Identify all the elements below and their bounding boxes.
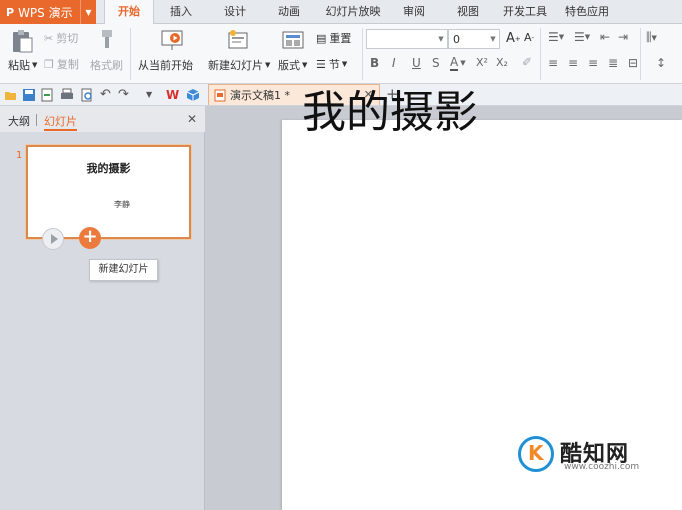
export-icon[interactable] xyxy=(40,88,54,102)
coozhi-logo-icon xyxy=(518,436,554,472)
thumbnail-title: 我的摄影 xyxy=(86,162,131,175)
format-painter-icon[interactable] xyxy=(96,28,116,50)
scissors-icon: ✂ xyxy=(44,31,54,45)
copy-button[interactable]: ❐ 复制 xyxy=(44,56,79,72)
tab-developer[interactable]: 开发工具 xyxy=(498,0,552,24)
cut-button[interactable]: ✂ 剪切 xyxy=(44,30,78,46)
tab-design[interactable]: 设计 xyxy=(214,0,256,24)
clear-format-icon[interactable]: ✐ xyxy=(522,55,532,69)
reset-icon: ▤ xyxy=(316,31,327,45)
play-slide-button[interactable] xyxy=(42,228,64,250)
grow-font-button[interactable]: A + xyxy=(506,31,521,46)
redo-icon[interactable]: ↷ xyxy=(118,88,132,102)
tab-outline[interactable]: 大纲 xyxy=(8,113,30,129)
layout-icon[interactable] xyxy=(282,30,304,50)
print-preview-icon[interactable] xyxy=(80,88,94,102)
tab-special[interactable]: 特色应用 xyxy=(560,0,614,24)
align-left-icon[interactable]: ≡ xyxy=(548,56,558,70)
bullet-list-icon[interactable]: ☰ ▼ xyxy=(548,30,564,44)
wps-w-icon[interactable]: W xyxy=(166,88,180,102)
paste-button[interactable]: 粘贴 ▼ xyxy=(8,57,37,73)
font-size-select[interactable]: 0 ▼ xyxy=(448,29,500,49)
slide-number: 1 xyxy=(16,150,23,161)
tab-review[interactable]: 审阅 xyxy=(394,0,434,24)
add-slide-button[interactable]: + xyxy=(79,227,101,249)
watermark: 酷知网 www.coozhi.com xyxy=(508,432,658,480)
chevron-down-icon[interactable]: ▼ xyxy=(435,30,447,48)
wps-logo-icon: P xyxy=(6,5,15,19)
bold-button[interactable]: B xyxy=(370,56,379,70)
tab-animation[interactable]: 动画 xyxy=(268,0,310,24)
font-color-button[interactable]: A ▼ xyxy=(450,55,466,71)
panel-tab-divider xyxy=(36,114,37,126)
section-button[interactable]: ☰ 节 ▼ xyxy=(316,56,347,72)
columns-icon[interactable]: ⫼ ▼ xyxy=(646,30,657,45)
new-slide-button[interactable]: 新建幻灯片 ▼ xyxy=(208,57,270,73)
slides-panel: 大纲 幻灯片 ✕ 1 我的摄影 李静 xyxy=(0,106,205,510)
indent-decrease-icon[interactable]: ⇤ xyxy=(600,30,610,44)
paste-icon[interactable] xyxy=(10,28,34,54)
tab-view[interactable]: 视图 xyxy=(448,0,488,24)
save-icon[interactable] xyxy=(22,88,36,102)
line-spacing-icon[interactable]: ↕ xyxy=(656,56,666,70)
shrink-font-button[interactable]: A- xyxy=(524,31,534,44)
distribute-icon[interactable]: ⊟ xyxy=(628,56,638,70)
tooltip: 新建幻灯片 xyxy=(89,259,158,281)
format-painter-button[interactable]: 格式刷 xyxy=(90,57,123,73)
tab-slideshow[interactable]: 幻灯片放映 xyxy=(322,0,384,24)
new-slide-icon[interactable] xyxy=(226,28,250,52)
ribbon-separator xyxy=(540,28,541,80)
slide-thumbnail[interactable]: 我的摄影 李静 xyxy=(26,145,191,239)
justify-icon[interactable]: ≣ xyxy=(608,56,618,70)
ribbon-separator xyxy=(640,28,641,80)
italic-button[interactable]: I xyxy=(392,56,396,70)
document-tab-label: 演示文稿1 * xyxy=(230,89,290,102)
ribbon-separator xyxy=(130,28,131,80)
layout-button[interactable]: 版式 ▼ xyxy=(278,57,307,73)
tab-insert[interactable]: 插入 xyxy=(160,0,202,24)
app-menu-button[interactable]: P WPS 演示 ▼ xyxy=(0,0,96,24)
presentation-file-icon xyxy=(214,89,226,101)
ribbon: 粘贴 ▼ ✂ 剪切 ❐ 复制 格式刷 从当前开始 新建幻灯片 ▼ 版式 ▼ ▤ … xyxy=(0,24,682,84)
watermark-url: www.coozhi.com xyxy=(564,462,640,472)
print-icon[interactable] xyxy=(60,88,74,102)
superscript-button[interactable]: X² xyxy=(476,56,488,69)
app-name: WPS 演示 xyxy=(18,5,73,20)
subscript-button[interactable]: X₂ xyxy=(496,56,508,69)
align-center-icon[interactable]: ≡ xyxy=(568,56,578,70)
close-icon[interactable]: ✕ xyxy=(187,112,197,126)
slide-title[interactable]: 我的摄影 xyxy=(302,76,478,140)
ribbon-separator xyxy=(362,28,363,80)
reset-button[interactable]: ▤ 重置 xyxy=(316,30,351,46)
menu-bar: P WPS 演示 ▼ 开始 插入 设计 动画 幻灯片放映 审阅 视图 开发工具 … xyxy=(0,0,682,25)
thumbnail-subtitle: 李静 xyxy=(114,200,130,209)
tab-slides[interactable]: 幻灯片 xyxy=(44,113,77,131)
slideshow-play-icon[interactable] xyxy=(160,28,184,52)
strikethrough-button[interactable]: S xyxy=(432,56,440,70)
panel-header: 大纲 幻灯片 ✕ xyxy=(0,106,205,132)
tab-home[interactable]: 开始 xyxy=(104,0,154,25)
font-name-select[interactable]: ▼ xyxy=(366,29,448,49)
section-icon: ☰ xyxy=(316,57,326,71)
from-current-button[interactable]: 从当前开始 xyxy=(138,57,193,73)
align-right-icon[interactable]: ≡ xyxy=(588,56,598,70)
cube-icon[interactable] xyxy=(186,88,200,102)
undo-icon[interactable]: ↶ xyxy=(100,88,114,102)
chevron-down-icon[interactable]: ▼ xyxy=(80,0,96,24)
underline-button[interactable]: U xyxy=(412,56,421,70)
chevron-down-icon[interactable]: ▼ xyxy=(487,30,499,48)
indent-increase-icon[interactable]: ⇥ xyxy=(618,30,628,44)
open-folder-icon[interactable] xyxy=(4,88,18,102)
numbered-list-icon[interactable]: ☰ ▼ xyxy=(574,30,590,44)
wps-app: P WPS 演示 ▼ 开始 插入 设计 动画 幻灯片放映 审阅 视图 开发工具 … xyxy=(0,0,682,510)
copy-icon: ❐ xyxy=(44,57,54,71)
customize-toolbar-icon[interactable]: ▼ xyxy=(146,88,160,102)
